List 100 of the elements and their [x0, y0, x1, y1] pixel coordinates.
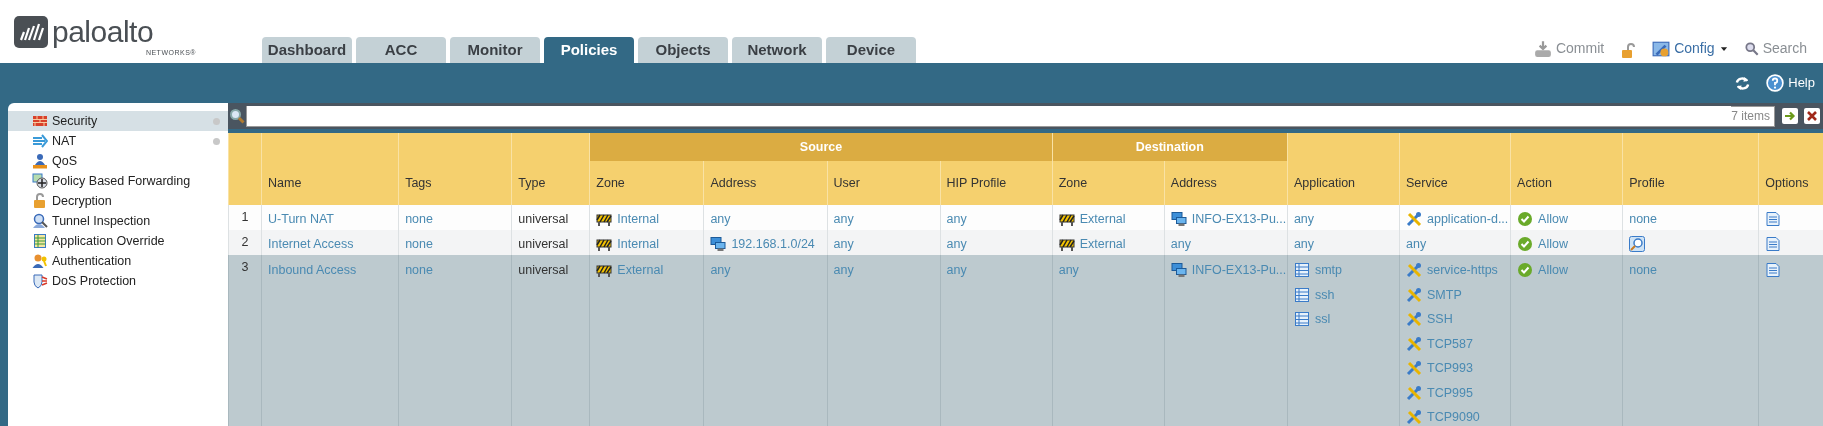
cell-text: universal — [518, 236, 569, 253]
sidebar-item[interactable]: Security — [8, 111, 228, 131]
logo-icon — [14, 16, 48, 48]
sidebar-item[interactable]: NAT — [8, 131, 228, 151]
grid-table-icon — [32, 233, 48, 249]
help-button[interactable]: Help — [1766, 73, 1815, 93]
arrows-icon — [32, 133, 48, 149]
config-menu[interactable]: Config — [1652, 38, 1729, 59]
cell-text: any — [1406, 236, 1427, 253]
sidebar-item[interactable]: Tunnel Inspection — [8, 211, 228, 231]
barrier-icon — [596, 211, 613, 227]
nav-tab[interactable]: Policies — [544, 37, 634, 63]
shield-icon — [32, 273, 48, 289]
nav-tab[interactable]: Device — [826, 37, 916, 63]
user-key-icon — [32, 253, 48, 269]
cell-text: any — [833, 236, 854, 253]
sidebar-item[interactable]: Application Override — [8, 231, 228, 251]
cell-text[interactable]: Allow — [1538, 210, 1568, 228]
nav-tab[interactable]: Monitor — [450, 37, 540, 63]
nav-tab[interactable]: Dashboard — [262, 37, 352, 63]
refresh-icon — [1735, 75, 1751, 91]
document-icon — [1765, 236, 1782, 252]
commit-button[interactable]: Commit — [1533, 38, 1605, 59]
refresh-button[interactable] — [1735, 75, 1751, 91]
computers-icon — [1170, 262, 1187, 279]
cell-text: any — [1170, 236, 1191, 253]
sidebar-item[interactable]: Authentication — [8, 251, 228, 271]
grid-table-icon — [1293, 262, 1310, 279]
cell-text: any — [833, 262, 854, 280]
cell-text: any — [946, 262, 967, 280]
column-header[interactable]: Address — [703, 161, 827, 205]
padlock-icon — [1620, 43, 1637, 59]
check-circle-icon — [1517, 262, 1534, 279]
item-count: 7 items — [1731, 108, 1771, 125]
cell-text: any — [710, 211, 731, 228]
cell-text: none — [405, 262, 433, 280]
filter-field[interactable]: 7 items — [246, 105, 1775, 127]
cell-text: none — [405, 211, 433, 228]
brick-wall-icon — [32, 113, 48, 129]
tools-icon — [1406, 360, 1422, 377]
column-header[interactable]: Type — [511, 133, 590, 205]
cell-text: any — [946, 211, 967, 228]
document-icon — [1765, 211, 1782, 227]
column-header[interactable]: Zone — [589, 161, 704, 205]
search-icon — [229, 108, 245, 124]
computers-icon — [1170, 211, 1187, 227]
check-circle-icon — [1517, 211, 1534, 227]
column-header[interactable]: HIP Profile — [940, 161, 1053, 205]
magnifier-icon — [1629, 236, 1646, 252]
column-header[interactable]: Zone — [1052, 161, 1165, 205]
apply-filter-button[interactable] — [1779, 105, 1801, 127]
tools-icon — [1406, 211, 1422, 227]
column-header[interactable]: User — [827, 161, 941, 205]
column-header[interactable]: Tags — [398, 133, 512, 205]
tools-icon — [1406, 311, 1422, 328]
nav-tab[interactable]: Network — [732, 37, 822, 63]
tools-icon — [1406, 286, 1422, 303]
column-header[interactable]: Application — [1287, 133, 1400, 205]
tools-icon — [1406, 409, 1422, 426]
row-number: 1 — [228, 205, 262, 230]
lock-button[interactable] — [1620, 43, 1637, 59]
nav-tab[interactable]: ACC — [356, 37, 446, 63]
tools-icon — [1406, 262, 1422, 279]
column-header[interactable]: Service — [1399, 133, 1511, 205]
grid-table-icon — [1293, 286, 1310, 303]
nav-tab[interactable]: Objects — [638, 37, 728, 63]
cell-text: universal — [518, 211, 569, 228]
sidebar-item[interactable]: Decryption — [8, 191, 228, 211]
clear-filter-button[interactable] — [1801, 105, 1823, 127]
barrier-icon — [596, 262, 613, 279]
search-icon — [1744, 41, 1759, 56]
column-group-header: Destination — [1052, 133, 1288, 161]
barrier-icon — [1058, 211, 1075, 227]
person-icon — [32, 153, 48, 169]
cell-text: any — [710, 262, 731, 280]
column-header[interactable]: Options — [1758, 133, 1823, 205]
cell-text: none — [1629, 262, 1657, 280]
cell-text[interactable]: Allow — [1538, 235, 1568, 253]
user-magnifier-icon — [32, 213, 48, 229]
cell-text: any — [1293, 236, 1315, 253]
column-group-header: Source — [589, 133, 1053, 161]
column-header[interactable]: Profile — [1622, 133, 1759, 205]
computers-icon — [710, 236, 727, 252]
sidebar-item[interactable]: Policy Based Forwarding — [8, 171, 228, 191]
cell-text: any — [1058, 262, 1079, 280]
tools-icon — [1406, 384, 1422, 401]
barrier-icon — [1058, 236, 1075, 252]
column-header[interactable]: Action — [1510, 133, 1623, 205]
column-header[interactable]: Name — [261, 133, 399, 205]
column-header[interactable]: Address — [1164, 161, 1288, 205]
download-tray-icon — [1533, 39, 1552, 58]
check-circle-icon — [1517, 236, 1534, 252]
row-number: 2 — [228, 230, 262, 255]
search-button[interactable]: Search — [1744, 38, 1807, 59]
padlock-icon — [32, 193, 48, 209]
cell-text: any — [1293, 211, 1315, 228]
document-icon — [1765, 262, 1782, 279]
sidebar-item[interactable]: QoS — [8, 151, 228, 171]
sidebar-item[interactable]: DoS Protection — [8, 271, 228, 291]
cell-text: universal — [518, 262, 569, 280]
